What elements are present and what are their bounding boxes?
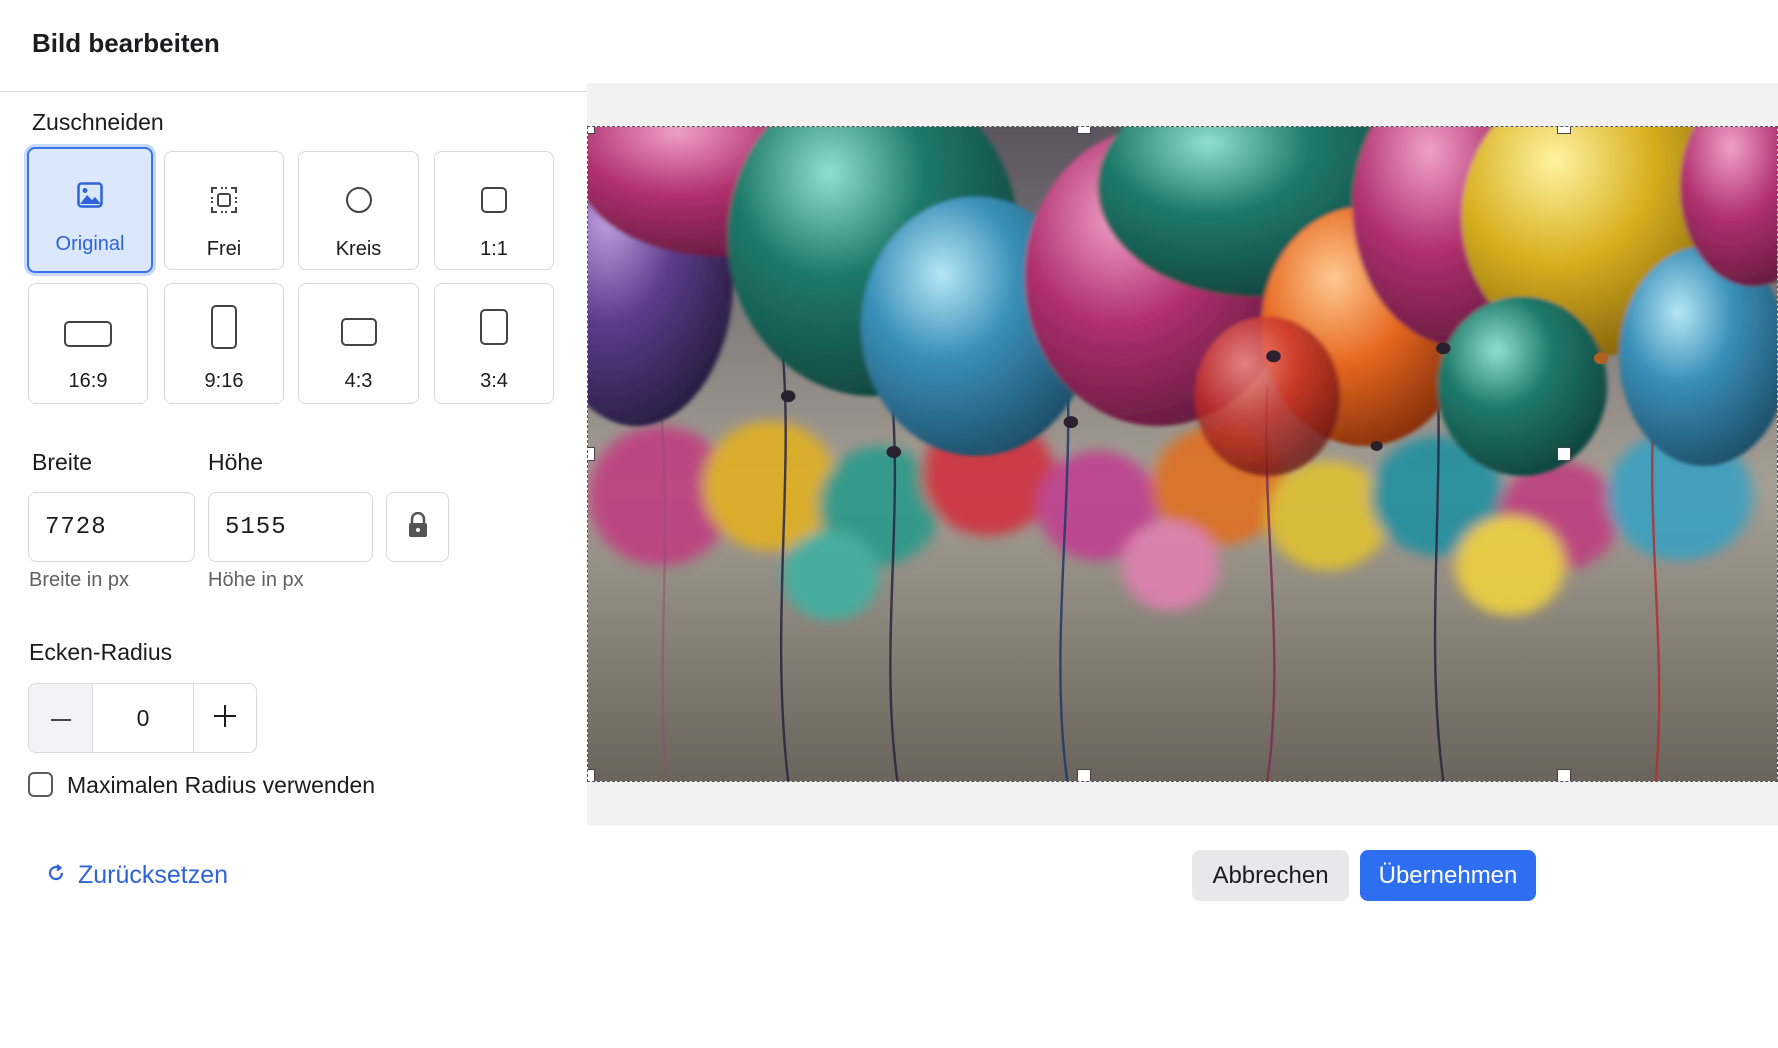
plus-icon [213,704,236,732]
crop-handle-right[interactable] [1557,447,1571,461]
crop-handle-left[interactable] [588,447,595,461]
minus-icon [50,709,71,727]
crop-option-circle[interactable]: Kreis [298,151,419,270]
crop-handle-bottom[interactable] [1077,769,1091,781]
max-radius-checkbox[interactable] [28,772,53,797]
portrait-icon [435,308,553,346]
apply-button[interactable]: Übernehmen [1360,850,1536,901]
balloons-photo [588,127,1777,781]
image-preview-area [587,83,1778,825]
square-icon [435,182,553,218]
crop-option-label: 1:1 [480,238,508,260]
crop-option-label: Original [55,233,125,255]
image-icon [29,177,151,213]
corner-radius-label: Ecken-Radius [29,639,173,665]
decrement-button[interactable] [29,684,94,752]
corner-radius-value[interactable]: 0 [93,684,192,752]
landscape-wide-icon [29,316,147,352]
crop-option-16-9[interactable]: 16:9 [28,283,148,404]
settings-panel: Zuschneiden Original Frei Kreis 1:1 16:9 [0,92,665,935]
crop-option-label: Frei [206,238,242,260]
width-hint: Breite in px [29,569,130,591]
landscape-icon [299,314,418,350]
crop-handle-bottom-left[interactable] [588,769,595,781]
free-crop-icon [165,182,283,218]
cancel-button[interactable]: Abbrechen [1192,850,1349,901]
crop-option-1-1[interactable]: 1:1 [434,151,554,270]
crop-handle-top-left[interactable] [588,127,595,134]
circle-icon [299,182,418,218]
aspect-lock-button[interactable] [386,492,449,562]
reset-label: Zurücksetzen [78,861,229,889]
preview-image[interactable] [587,126,1778,782]
lock-icon [407,511,429,543]
height-hint: Höhe in px [208,569,304,591]
width-input[interactable] [28,492,195,562]
height-label: Höhe [208,449,263,475]
crop-option-original[interactable]: Original [27,147,153,273]
crop-handle-top-right[interactable] [1557,127,1571,134]
crop-option-label: 4:3 [344,370,373,392]
crop-option-label: Kreis [335,238,382,260]
increment-button[interactable] [192,684,256,752]
dialog-title: Bild bearbeiten [32,28,220,58]
width-label: Breite [32,449,93,475]
portrait-tall-icon [165,304,283,350]
crop-option-3-4[interactable]: 3:4 [434,283,554,404]
crop-handle-bottom-right[interactable] [1557,769,1571,781]
crop-handle-top[interactable] [1077,127,1091,134]
crop-section-label: Zuschneiden [32,109,164,135]
reset-icon [46,863,66,888]
max-radius-label: Maximalen Radius verwenden [67,772,376,798]
crop-option-free[interactable]: Frei [164,151,284,270]
crop-option-9-16[interactable]: 9:16 [164,283,284,404]
reset-button[interactable]: Zurücksetzen [46,861,228,890]
dialog-header: Bild bearbeiten [0,0,1778,92]
crop-option-4-3[interactable]: 4:3 [298,283,419,404]
crop-option-label: 16:9 [68,370,108,392]
corner-radius-stepper: 0 [28,683,257,753]
height-input[interactable] [208,492,373,562]
crop-option-label: 9:16 [204,370,244,392]
crop-option-label: 3:4 [480,370,508,392]
